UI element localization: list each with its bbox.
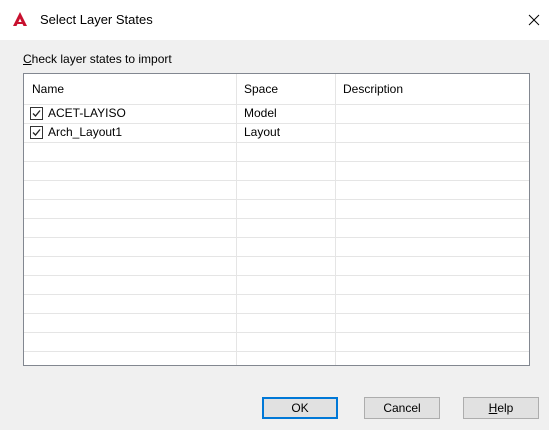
row-divider [24,142,529,143]
table-row[interactable]: ACET-LAYISO Model [24,104,529,123]
ok-button[interactable]: OK [262,397,338,419]
table-row[interactable]: Arch_Layout1 Layout [24,123,529,142]
row-divider [24,332,529,333]
row-checkbox[interactable] [30,107,43,120]
row-divider [24,161,529,162]
layer-state-name: ACET-LAYISO [48,106,126,120]
autocad-logo-icon [13,12,27,26]
row-divider [24,294,529,295]
close-button[interactable] [519,8,549,32]
select-layer-states-dialog: Select Layer States Check layer states t… [0,0,549,430]
help-label: elp [497,401,514,415]
dialog-title: Select Layer States [40,12,153,27]
list-header: Name Space Description [24,74,529,105]
row-divider [24,218,529,219]
row-divider [24,237,529,238]
checkmark-icon [32,129,41,136]
instruction-mnemonic: C [23,52,32,66]
layer-state-space: Layout [244,125,281,139]
row-divider [24,199,529,200]
cancel-button[interactable]: Cancel [364,397,440,419]
instruction-label: Check layer states to import [23,52,172,66]
column-header-space[interactable]: Space [236,74,335,104]
title-bar: Select Layer States [0,0,549,40]
help-button[interactable]: Help [463,397,539,419]
row-checkbox[interactable] [30,126,43,139]
row-divider [24,313,529,314]
row-divider [24,256,529,257]
layer-state-name: Arch_Layout1 [48,125,123,139]
row-divider [24,351,529,352]
layer-states-list[interactable]: Name Space Description ACET-LAYISO Model [23,73,530,366]
checkmark-icon [32,110,41,117]
instruction-text: heck layer states to import [31,52,172,66]
column-header-description[interactable]: Description [335,74,529,104]
close-icon [528,14,540,26]
row-divider [24,180,529,181]
layer-state-space: Model [244,106,277,120]
row-divider [24,275,529,276]
column-header-name[interactable]: Name [24,74,236,104]
